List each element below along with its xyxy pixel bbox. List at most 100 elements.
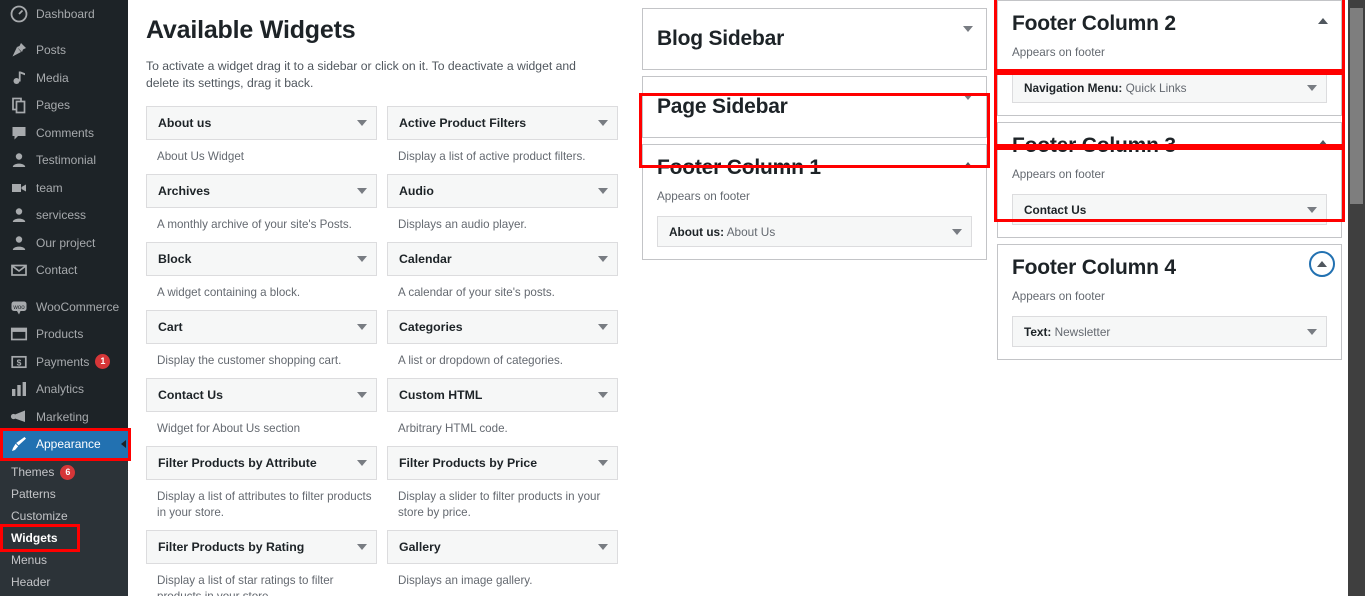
dashboard-icon — [9, 5, 29, 23]
chevron-down-icon[interactable] — [598, 460, 608, 466]
submenu-item-label: Themes — [11, 465, 55, 479]
sidebar-item-analytics[interactable]: Analytics — [0, 376, 128, 404]
chevron-down-icon[interactable] — [357, 544, 367, 550]
panel-toggle-button[interactable] — [961, 90, 975, 104]
widget-card-custom-html[interactable]: Custom HTML Arbitrary HTML code. — [387, 378, 618, 446]
chevron-down-icon[interactable] — [357, 324, 367, 330]
sidebar-item-payments[interactable]: $ Payments 1 — [0, 348, 128, 376]
sidebar-panel-footer-column-4[interactable]: Footer Column 4 Appears on footer Text: Ne… — [997, 244, 1342, 361]
brush-icon — [9, 435, 29, 453]
megaphone-icon — [9, 408, 29, 426]
chevron-down-icon[interactable] — [598, 544, 608, 550]
panel-toggle-button[interactable] — [1316, 136, 1330, 150]
sidebar-item-woocommerce[interactable]: woo WooCommerce — [0, 293, 128, 321]
sidebar-item-marketing[interactable]: Marketing — [0, 403, 128, 431]
chevron-down-icon[interactable] — [598, 324, 608, 330]
widget-card-header[interactable]: Cart — [146, 310, 377, 344]
sidebar-item-appearance[interactable]: Appearance — [0, 430, 128, 458]
sidebar-panel-footer-column-2[interactable]: Footer Column 2 Appears on footer Navigati… — [997, 0, 1342, 117]
panel-toggle-button[interactable] — [1316, 14, 1330, 28]
widget-card-header[interactable]: Calendar — [387, 242, 618, 276]
chevron-up-icon — [1318, 140, 1328, 147]
chevron-down-icon[interactable] — [598, 256, 608, 262]
sidebar-item-products[interactable]: Products — [0, 321, 128, 349]
widget-card-header[interactable]: Categories — [387, 310, 618, 344]
chevron-down-icon[interactable] — [357, 188, 367, 194]
sidebar-item-comments[interactable]: Comments — [0, 119, 128, 147]
chevron-down-icon[interactable] — [357, 392, 367, 398]
assigned-widget[interactable]: Navigation Menu: Quick Links — [1012, 72, 1327, 104]
chevron-down-icon[interactable] — [1307, 84, 1317, 91]
widget-card-cart[interactable]: Cart Display the customer shopping cart. — [146, 310, 377, 378]
widget-card-header[interactable]: Filter Products by Rating — [146, 530, 377, 564]
widget-card-header[interactable]: Contact Us — [146, 378, 377, 412]
widget-card-block[interactable]: Block A widget containing a block. — [146, 242, 377, 310]
panel-title: Footer Column 2 — [1012, 12, 1176, 35]
sidebar-item-testimonial[interactable]: Testimonial — [0, 147, 128, 175]
chevron-down-icon[interactable] — [598, 392, 608, 398]
sidebar-item-our-project[interactable]: Our project — [0, 229, 128, 257]
widget-card-header[interactable]: Block — [146, 242, 377, 276]
widget-card-calendar[interactable]: Calendar A calendar of your site's posts. — [387, 242, 618, 310]
chevron-down-icon[interactable] — [357, 120, 367, 126]
widget-card-header[interactable]: About us — [146, 106, 377, 140]
sidebar-item-posts[interactable]: Posts — [0, 37, 128, 65]
submenu-item-header[interactable]: Header — [0, 571, 128, 593]
widget-card-header[interactable]: Archives — [146, 174, 377, 208]
sidebar-panel-page-sidebar[interactable]: Page Sidebar — [642, 76, 987, 139]
assigned-widget[interactable]: Contact Us — [1012, 194, 1327, 226]
widget-card-active-product-filters[interactable]: Active Product Filters Display a list of … — [387, 106, 618, 174]
chevron-down-icon[interactable] — [1307, 206, 1317, 213]
sidebar-item-media[interactable]: Media — [0, 64, 128, 92]
sidebar-item-label: Comments — [36, 125, 95, 140]
widget-card-header[interactable]: Filter Products by Attribute — [146, 446, 377, 480]
widget-card-gallery[interactable]: Gallery Displays an image gallery. — [387, 530, 618, 596]
chevron-down-icon[interactable] — [598, 188, 608, 194]
sidebar-panel-blog-sidebar[interactable]: Blog Sidebar — [642, 8, 987, 71]
panel-body: Blog Sidebar — [643, 9, 986, 69]
widget-card-filter-products-by-attribute[interactable]: Filter Products by Attribute Display a li… — [146, 446, 377, 530]
panel-toggle-button[interactable] — [961, 158, 975, 172]
sidebar-item-dashboard[interactable]: Dashboard — [0, 0, 128, 28]
widget-card-filter-products-by-price[interactable]: Filter Products by Price Display a slider… — [387, 446, 618, 530]
widget-card-archives[interactable]: Archives A monthly archive of your site's… — [146, 174, 377, 242]
sidebar-item-pages[interactable]: Pages — [0, 92, 128, 120]
sidebar-item-servicess[interactable]: servicess — [0, 202, 128, 230]
assigned-widget[interactable]: Text: Newsletter — [1012, 316, 1327, 348]
widget-card-contact-us[interactable]: Contact Us Widget for About Us section — [146, 378, 377, 446]
panel-toggle-button[interactable] — [961, 22, 975, 36]
widget-card-header[interactable]: Active Product Filters — [387, 106, 618, 140]
chevron-down-icon[interactable] — [952, 228, 962, 235]
sidebar-panel-footer-column-1[interactable]: Footer Column 1 Appears on footer About us… — [642, 144, 987, 261]
sidebar-item-contact[interactable]: Contact — [0, 257, 128, 285]
widget-card-header[interactable]: Gallery — [387, 530, 618, 564]
chevron-down-icon[interactable] — [598, 120, 608, 126]
widget-card-header[interactable]: Audio — [387, 174, 618, 208]
submenu-item-menus[interactable]: Menus — [0, 549, 128, 571]
sidebar-panel-footer-column-3[interactable]: Footer Column 3 Appears on footer Contact … — [997, 122, 1342, 239]
widget-card-header[interactable]: Filter Products by Price — [387, 446, 618, 480]
submenu-item-themes[interactable]: Themes 6 — [0, 461, 128, 483]
submenu-item-customize[interactable]: Customize — [0, 505, 128, 527]
widget-card-description: A widget containing a block. — [157, 286, 301, 299]
chevron-down-icon[interactable] — [357, 256, 367, 262]
widget-card-about-us[interactable]: About us About Us Widget — [146, 106, 377, 174]
submenu-item-patterns[interactable]: Patterns — [0, 483, 128, 505]
widget-card-header[interactable]: Custom HTML — [387, 378, 618, 412]
widget-card-description: Displays an image gallery. — [398, 574, 533, 587]
panel-title: Footer Column 1 — [657, 156, 821, 180]
comments-icon — [9, 124, 29, 142]
assigned-widget[interactable]: About us: About Us — [657, 216, 972, 248]
chevron-down-icon[interactable] — [1307, 328, 1317, 335]
widget-card-audio[interactable]: Audio Displays an audio player. — [387, 174, 618, 242]
submenu-item-widgets[interactable]: Widgets — [0, 527, 128, 549]
sidebar-item-label: Dashboard — [36, 6, 95, 21]
scrollbar-thumb[interactable] — [1350, 8, 1363, 204]
sidebar-item-team[interactable]: team — [0, 174, 128, 202]
chevron-down-icon[interactable] — [357, 460, 367, 466]
widget-card-title: Calendar — [399, 252, 452, 266]
assigned-widget-label: About us: About Us — [669, 225, 952, 239]
page-scrollbar[interactable] — [1348, 0, 1365, 596]
widget-card-filter-products-by-rating[interactable]: Filter Products by Rating Display a list … — [146, 530, 377, 596]
widget-card-categories[interactable]: Categories A list or dropdown of categori… — [387, 310, 618, 378]
